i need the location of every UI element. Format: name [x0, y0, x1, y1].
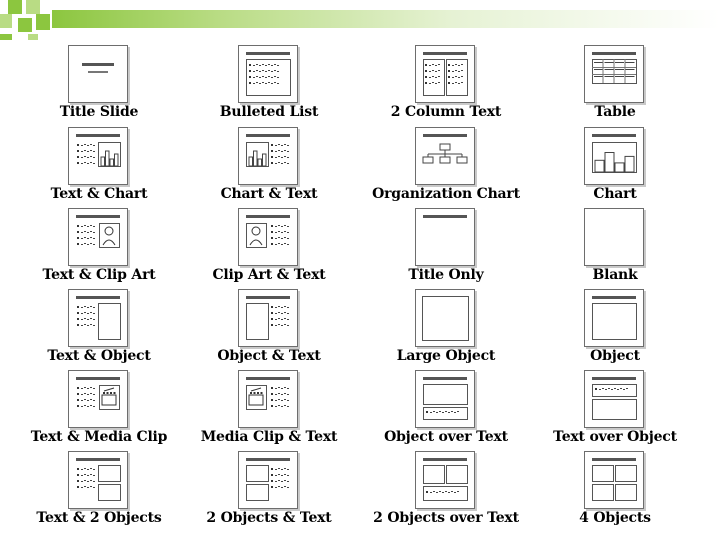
- layout-grid: Title Slide Bulleted List 2 Column Text Tab…: [0, 0, 720, 540]
- table-layout-icon[interactable]: [584, 45, 644, 103]
- chart-layout-icon[interactable]: [584, 127, 644, 185]
- layout-option[interactable]: Chart & Text: [184, 127, 354, 209]
- layout-option[interactable]: Title Slide: [14, 45, 184, 127]
- four-objects-layout-icon[interactable]: [584, 451, 644, 509]
- title-only-layout-icon[interactable]: [415, 208, 475, 266]
- layout-option[interactable]: Text & Clip Art: [14, 208, 184, 290]
- layout-label: Title Slide: [59, 104, 139, 120]
- layout-option[interactable]: Text & Object: [14, 289, 184, 371]
- layout-option[interactable]: Text & Media Clip: [14, 370, 184, 452]
- clip-art-text-layout-icon[interactable]: [238, 208, 298, 266]
- layout-label: 2 Objects & Text: [206, 510, 332, 526]
- layout-option[interactable]: 2 Objects & Text: [184, 451, 354, 533]
- layout-label: Bulleted List: [219, 104, 319, 120]
- layout-label: Title Only: [408, 267, 484, 283]
- layout-option[interactable]: Object: [530, 289, 700, 371]
- title-slide-layout-icon[interactable]: [68, 45, 128, 103]
- layout-option[interactable]: Organization Chart: [361, 127, 531, 209]
- text-two-objects-layout-icon[interactable]: [68, 451, 128, 509]
- layout-option[interactable]: Text over Object: [530, 370, 700, 452]
- bulleted-list-layout-icon[interactable]: [238, 45, 298, 103]
- layout-option[interactable]: Blank: [530, 208, 700, 290]
- layout-option[interactable]: Media Clip & Text: [184, 370, 354, 452]
- text-clip-art-layout-icon[interactable]: [68, 208, 128, 266]
- object-text-layout-icon[interactable]: [238, 289, 298, 347]
- layout-label: Text & Chart: [50, 186, 148, 202]
- layout-label: Object & Text: [217, 348, 321, 364]
- media-clip-text-layout-icon[interactable]: [238, 370, 298, 428]
- layout-label: Text & 2 Objects: [36, 510, 162, 526]
- layout-label: Table: [594, 104, 636, 120]
- layout-option[interactable]: Clip Art & Text: [184, 208, 354, 290]
- layout-option[interactable]: 2 Column Text: [361, 45, 531, 127]
- layout-option[interactable]: Text & Chart: [14, 127, 184, 209]
- text-chart-layout-icon[interactable]: [68, 127, 128, 185]
- two-objects-text-layout-icon[interactable]: [238, 451, 298, 509]
- chart-text-layout-icon[interactable]: [238, 127, 298, 185]
- layout-label: 4 Objects: [579, 510, 651, 526]
- layout-label: 2 Column Text: [390, 104, 502, 120]
- layout-label: Chart & Text: [220, 186, 318, 202]
- layout-label: Object over Text: [384, 429, 508, 445]
- layout-label: Blank: [592, 267, 638, 283]
- text-over-object-layout-icon[interactable]: [584, 370, 644, 428]
- object-over-text-layout-icon[interactable]: [415, 370, 475, 428]
- organization-chart-layout-icon[interactable]: [415, 127, 475, 185]
- layout-option[interactable]: Chart: [530, 127, 700, 209]
- layout-label: Clip Art & Text: [212, 267, 326, 283]
- text-object-layout-icon[interactable]: [68, 289, 128, 347]
- layout-option[interactable]: Text & 2 Objects: [14, 451, 184, 533]
- two-column-text-layout-icon[interactable]: [415, 45, 475, 103]
- layout-option[interactable]: Large Object: [361, 289, 531, 371]
- layout-label: Large Object: [396, 348, 496, 364]
- layout-label: 2 Objects over Text: [373, 510, 519, 526]
- object-layout-icon[interactable]: [584, 289, 644, 347]
- text-media-clip-layout-icon[interactable]: [68, 370, 128, 428]
- two-objects-over-text-layout-icon[interactable]: [415, 451, 475, 509]
- layout-option[interactable]: Table: [530, 45, 700, 127]
- layout-label: Text & Clip Art: [42, 267, 156, 283]
- layout-label: Chart: [593, 186, 637, 202]
- layout-option[interactable]: Bulleted List: [184, 45, 354, 127]
- layout-label: Text & Object: [47, 348, 151, 364]
- layout-label: Object: [590, 348, 640, 364]
- layout-option[interactable]: Object & Text: [184, 289, 354, 371]
- layout-option[interactable]: Title Only: [361, 208, 531, 290]
- layout-option[interactable]: Object over Text: [361, 370, 531, 452]
- layout-label: Text over Object: [553, 429, 677, 445]
- layout-label: Text & Media Clip: [30, 429, 168, 445]
- blank-layout-icon[interactable]: [584, 208, 644, 266]
- layout-option[interactable]: 4 Objects: [530, 451, 700, 533]
- layout-label: Organization Chart: [372, 186, 520, 202]
- large-object-layout-icon[interactable]: [415, 289, 475, 347]
- layout-label: Media Clip & Text: [200, 429, 338, 445]
- layout-option[interactable]: 2 Objects over Text: [361, 451, 531, 533]
